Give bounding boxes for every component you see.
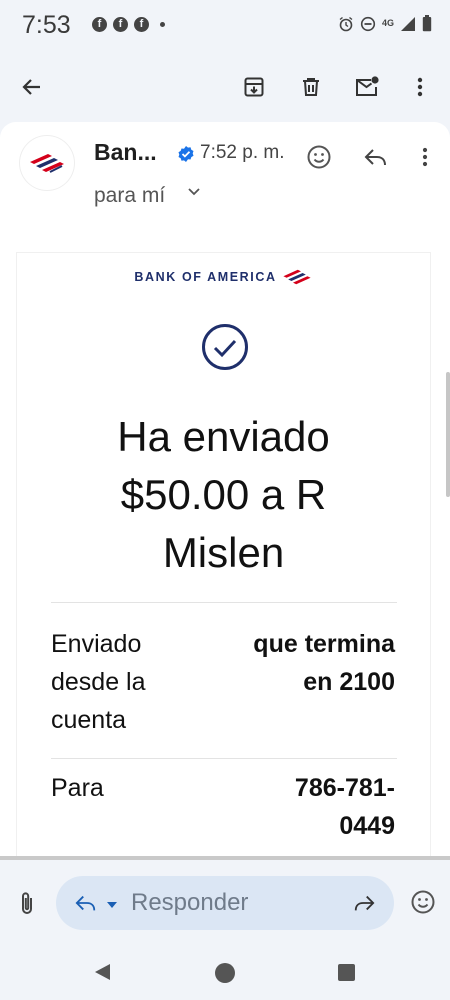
nav-home-icon[interactable] <box>214 962 236 984</box>
back-arrow-icon <box>22 79 40 95</box>
headline-line: Mislen <box>162 529 285 576</box>
bank-of-america-flag-icon <box>30 154 64 173</box>
facebook-icon: f <box>134 17 149 32</box>
sent-from-value: que termina en 2100 <box>253 625 395 701</box>
more-options-button[interactable] <box>405 72 435 102</box>
nav-recents-icon[interactable] <box>337 963 356 982</box>
add-reaction-button[interactable] <box>304 142 334 172</box>
mark-unread-icon <box>356 76 379 96</box>
more-vertical-icon <box>417 77 423 97</box>
value-line: 0449 <box>339 812 395 840</box>
to-value: 786-781- 0449 <box>295 769 395 845</box>
divider <box>51 758 397 759</box>
value-line: 786-781- <box>294 774 395 802</box>
archive-icon <box>244 77 264 97</box>
sent-time: 7:52 p. m. <box>200 142 285 163</box>
brand-name: BANK OF AMERICA <box>134 270 277 284</box>
battery-icon <box>422 15 432 32</box>
divider <box>51 602 397 603</box>
do-not-disturb-icon <box>360 16 376 31</box>
headline: Ha enviado $50.00 a R Mislen <box>17 408 430 582</box>
value-line: en 2100 <box>303 668 395 696</box>
email-toolbar <box>0 50 450 122</box>
reply-icon <box>364 149 386 166</box>
4g-lte-icon: 4G <box>381 18 394 28</box>
bank-of-america-flag-icon <box>283 269 311 285</box>
verified-badge-icon <box>178 146 194 162</box>
headline-line: Ha enviado <box>117 413 330 460</box>
scrollbar[interactable] <box>446 372 450 497</box>
bank-of-america-logo: BANK OF AMERICA <box>17 269 430 285</box>
attachment-icon[interactable] <box>15 891 39 917</box>
recipient-label[interactable]: para mí <box>94 184 165 208</box>
headline-line: $50.00 a R <box>120 471 327 518</box>
reply-icon[interactable] <box>74 892 98 914</box>
message-more-button[interactable] <box>410 142 440 172</box>
chevron-down-icon[interactable] <box>186 184 202 200</box>
label-line: desde la <box>51 668 146 696</box>
more-vertical-icon <box>422 147 428 167</box>
reply-area: Responder <box>0 860 450 940</box>
reply-placeholder[interactable]: Responder <box>131 889 248 917</box>
mark-unread-button[interactable] <box>352 72 382 102</box>
emoji-icon <box>307 145 331 169</box>
sender-name[interactable]: Ban... <box>94 139 157 166</box>
to-label: Para <box>51 769 104 807</box>
sender-avatar[interactable] <box>20 136 74 190</box>
facebook-icon: f <box>92 17 107 32</box>
value-line: que termina <box>253 630 395 658</box>
notification-icons: f f f <box>92 17 165 32</box>
system-nav-bar <box>0 940 450 1000</box>
status-time: 7:53 <box>22 11 71 39</box>
facebook-icon: f <box>113 17 128 32</box>
email-view: Ban... 7:52 p. m. para mí BANK OF AMERIC… <box>0 122 450 862</box>
delete-button[interactable] <box>296 72 326 102</box>
reply-input[interactable]: Responder <box>56 876 394 930</box>
signal-icon <box>401 16 415 31</box>
reply-button[interactable] <box>361 142 391 172</box>
forward-icon[interactable] <box>352 892 376 914</box>
nav-back-icon[interactable] <box>92 962 112 982</box>
label-line: Enviado <box>51 630 142 658</box>
back-button[interactable] <box>17 72 47 102</box>
alarm-icon <box>339 16 353 31</box>
transaction-card: BANK OF AMERICA Ha enviado $50.00 a R Mi… <box>16 252 431 862</box>
label-line: Para <box>51 774 104 802</box>
label-line: cuenta <box>51 706 127 734</box>
checkmark-circle-icon <box>202 324 248 370</box>
emoji-icon[interactable] <box>410 889 436 915</box>
system-icons: 4G <box>338 15 432 32</box>
delete-icon <box>303 78 319 96</box>
status-bar: 7:53 f f f 4G <box>0 0 450 50</box>
more-notifications-dot <box>160 22 165 27</box>
archive-button[interactable] <box>239 72 269 102</box>
sent-from-label: Enviado desde la cuenta <box>51 625 146 739</box>
caret-down-icon[interactable] <box>106 901 118 909</box>
